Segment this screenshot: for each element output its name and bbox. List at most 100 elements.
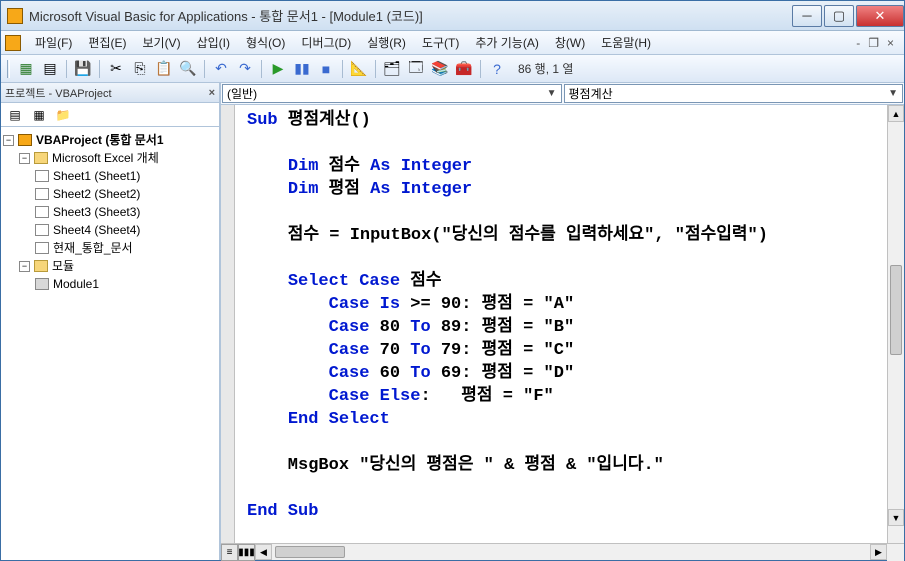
break-button[interactable]: ▮▮ — [291, 58, 313, 80]
project-explorer-button[interactable]: 🗂 — [381, 58, 403, 80]
menu-run[interactable]: 실행(R) — [359, 32, 414, 53]
procedure-dropdown[interactable]: 평점계산 ▼ — [564, 84, 904, 103]
object-browser-button[interactable]: 📚 — [429, 58, 451, 80]
toolbar-grip[interactable] — [7, 60, 10, 78]
save-button[interactable]: 💾 — [72, 58, 94, 80]
tree-label: Sheet3 (Sheet3) — [53, 203, 140, 221]
close-button[interactable]: ✕ — [856, 5, 904, 27]
project-pane-header: 프로젝트 - VBAProject × — [1, 83, 219, 103]
menu-help[interactable]: 도움말(H) — [593, 32, 659, 53]
project-pane-close-button[interactable]: × — [209, 87, 215, 99]
mdi-restore-button[interactable]: ❐ — [868, 36, 879, 50]
tree-toggle-icon[interactable]: − — [3, 135, 14, 146]
menu-tools[interactable]: 도구(T) — [414, 32, 467, 53]
tree-thisworkbook[interactable]: 현재_통합_문서 — [3, 239, 217, 257]
object-dropdown-value: (일반) — [227, 85, 257, 102]
tree-toggle-icon[interactable]: − — [19, 153, 30, 164]
toolbox-button[interactable]: 🧰 — [453, 58, 475, 80]
menu-addins[interactable]: 추가 기능(A) — [467, 32, 547, 53]
app-icon — [7, 8, 23, 24]
properties-button[interactable]: 🗔 — [405, 58, 427, 80]
vbaproject-icon — [18, 134, 32, 146]
cut-button[interactable]: ✂ — [105, 58, 127, 80]
procedure-view-button[interactable]: ≡ — [221, 544, 238, 561]
tree-modules[interactable]: − 모듈 — [3, 257, 217, 275]
menubar: 파일(F) 편집(E) 보기(V) 삽입(I) 형식(O) 디버그(D) 실행(… — [1, 31, 904, 55]
tree-sheet1[interactable]: Sheet1 (Sheet1) — [3, 167, 217, 185]
scroll-left-button[interactable]: ◀ — [255, 544, 272, 560]
full-module-view-button[interactable]: ▮▮▮ — [238, 544, 255, 561]
sheet-icon — [35, 224, 49, 236]
horizontal-scrollbar[interactable]: ◀ ▶ — [255, 544, 887, 560]
insert-module-button[interactable]: ▤ — [39, 58, 61, 80]
vba-editor-window: Microsoft Visual Basic for Applications … — [0, 0, 905, 561]
copy-button[interactable]: ⎘ — [129, 58, 151, 80]
size-grip[interactable] — [887, 544, 904, 561]
tree-root-label: VBAProject (통합 문서1 — [36, 131, 164, 149]
vertical-scrollbar[interactable]: ▲ ▼ — [887, 105, 904, 543]
chevron-down-icon: ▼ — [888, 88, 898, 99]
scroll-right-button[interactable]: ▶ — [870, 544, 887, 560]
mdi-close-button[interactable]: × — [887, 36, 894, 50]
tree-label: Sheet4 (Sheet4) — [53, 221, 140, 239]
tree-label: Sheet1 (Sheet1) — [53, 167, 140, 185]
tree-label: Sheet2 (Sheet2) — [53, 185, 140, 203]
redo-button[interactable]: ↷ — [234, 58, 256, 80]
view-excel-button[interactable]: ▦ — [15, 58, 37, 80]
view-code-button[interactable]: ▤ — [5, 105, 25, 125]
project-pane-title: 프로젝트 - VBAProject — [5, 85, 112, 101]
cursor-position: 86 행, 1 열 — [518, 60, 573, 77]
tree-sheet2[interactable]: Sheet2 (Sheet2) — [3, 185, 217, 203]
titlebar[interactable]: Microsoft Visual Basic for Applications … — [1, 1, 904, 31]
minimize-button[interactable]: ─ — [792, 5, 822, 27]
vba-icon — [5, 35, 21, 51]
code-gutter — [221, 105, 235, 543]
reset-button[interactable]: ■ — [315, 58, 337, 80]
code-pane: (일반) ▼ 평점계산 ▼ Sub 평점계산() Dim 점수 As Integ… — [221, 83, 904, 560]
sheet-icon — [35, 242, 49, 254]
window-title: Microsoft Visual Basic for Applications … — [29, 6, 790, 25]
menu-window[interactable]: 창(W) — [547, 32, 593, 53]
tree-toggle-icon[interactable]: − — [19, 261, 30, 272]
folder-icon — [34, 152, 48, 164]
project-tree[interactable]: − VBAProject (통합 문서1 − Microsoft Excel 개… — [1, 127, 219, 560]
menu-insert[interactable]: 삽입(I) — [189, 32, 238, 53]
find-button[interactable]: 🔍 — [177, 58, 199, 80]
procedure-dropdown-value: 평점계산 — [569, 85, 613, 102]
module-icon — [35, 278, 49, 290]
toggle-folders-button[interactable]: 📁 — [53, 105, 73, 125]
chevron-down-icon: ▼ — [547, 88, 557, 99]
tree-sheet4[interactable]: Sheet4 (Sheet4) — [3, 221, 217, 239]
scroll-thumb[interactable] — [890, 265, 902, 355]
project-explorer-pane: 프로젝트 - VBAProject × ▤ ▦ 📁 − VBAProject (… — [1, 83, 221, 560]
paste-button[interactable]: 📋 — [153, 58, 175, 80]
scroll-down-button[interactable]: ▼ — [888, 509, 904, 526]
scroll-up-button[interactable]: ▲ — [888, 105, 904, 122]
design-mode-button[interactable]: 📐 — [348, 58, 370, 80]
help-button[interactable]: ? — [486, 58, 508, 80]
object-dropdown[interactable]: (일반) ▼ — [222, 84, 562, 103]
toolbar: ▦ ▤ 💾 ✂ ⎘ 📋 🔍 ↶ ↷ ▶ ▮▮ ■ 📐 🗂 🗔 📚 🧰 ? 86 … — [1, 55, 904, 83]
scroll-thumb[interactable] — [275, 546, 345, 558]
menu-file[interactable]: 파일(F) — [27, 32, 80, 53]
tree-label: Microsoft Excel 개체 — [52, 149, 159, 167]
menu-view[interactable]: 보기(V) — [134, 32, 188, 53]
tree-sheet3[interactable]: Sheet3 (Sheet3) — [3, 203, 217, 221]
project-pane-toolbar: ▤ ▦ 📁 — [1, 103, 219, 127]
tree-label: 모듈 — [52, 257, 74, 275]
menu-format[interactable]: 형식(O) — [238, 32, 293, 53]
maximize-button[interactable]: ▢ — [824, 5, 854, 27]
mdi-minimize-button[interactable]: - — [856, 36, 860, 50]
view-object-button[interactable]: ▦ — [29, 105, 49, 125]
menu-edit[interactable]: 편집(E) — [80, 32, 134, 53]
sheet-icon — [35, 206, 49, 218]
run-button[interactable]: ▶ — [267, 58, 289, 80]
code-editor[interactable]: Sub 평점계산() Dim 점수 As Integer Dim 평점 As I… — [235, 105, 887, 543]
tree-root[interactable]: − VBAProject (통합 문서1 — [3, 131, 217, 149]
undo-button[interactable]: ↶ — [210, 58, 232, 80]
sheet-icon — [35, 170, 49, 182]
tree-excel-objects[interactable]: − Microsoft Excel 개체 — [3, 149, 217, 167]
menu-debug[interactable]: 디버그(D) — [293, 32, 359, 53]
tree-module1[interactable]: Module1 — [3, 275, 217, 293]
tree-label: 현재_통합_문서 — [53, 239, 133, 257]
